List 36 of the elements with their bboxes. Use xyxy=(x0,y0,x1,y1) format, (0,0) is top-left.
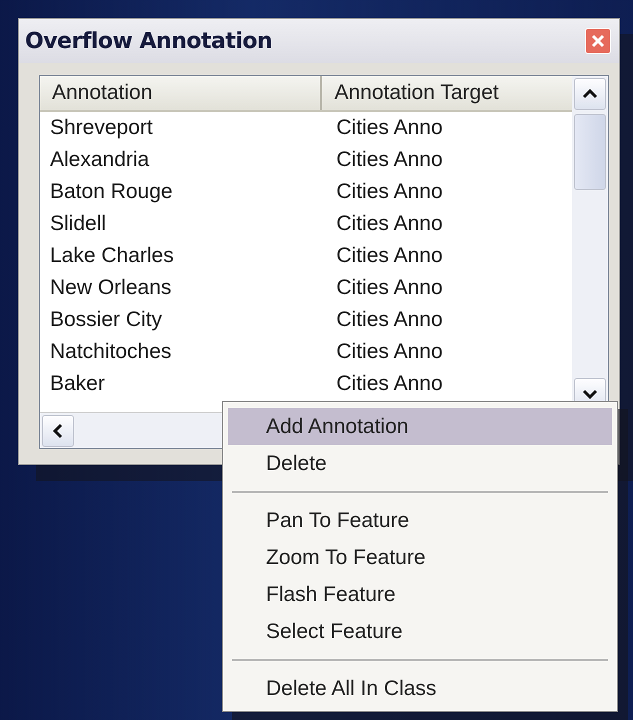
menu-item[interactable]: Zoom To Feature xyxy=(228,539,612,576)
table-cell-text: Bossier City xyxy=(49,308,164,332)
table-cell-text: Cities Anno xyxy=(335,372,444,396)
table-cell-text: Baker xyxy=(49,372,106,396)
table-cell-text: Cities Anno xyxy=(335,340,444,364)
table-cell-text: Cities Anno xyxy=(335,116,444,140)
table-cell-text: Cities Anno xyxy=(335,308,444,332)
menu-item[interactable]: Delete xyxy=(228,445,612,482)
table-cell-text: Cities Anno xyxy=(335,148,444,172)
scrollbar-thumb[interactable] xyxy=(574,114,606,190)
table-cell-text: Lake Charles xyxy=(49,244,175,268)
menu-item[interactable]: Add Annotation xyxy=(228,408,612,445)
down-caret-icon xyxy=(582,389,598,399)
column-header[interactable]: Annotation Target xyxy=(322,76,572,110)
column-header[interactable]: Annotation xyxy=(40,76,322,110)
left-caret-icon xyxy=(53,422,63,438)
table-cell-text: Alexandria xyxy=(49,148,150,172)
close-button[interactable] xyxy=(585,28,611,54)
table-cell-text: New Orleans xyxy=(49,276,172,300)
table-cell-text: Cities Anno xyxy=(335,180,444,204)
close-icon xyxy=(591,34,605,48)
scroll-up-button[interactable] xyxy=(574,78,606,110)
up-caret-icon xyxy=(582,89,598,99)
table-cell-text: Natchitoches xyxy=(49,340,172,364)
window-title: Overflow Annotation xyxy=(25,28,272,54)
table-cell-text: Cities Anno xyxy=(335,244,444,268)
table-cell-text: Baton Rouge xyxy=(49,180,174,204)
table-cell-text: Cities Anno xyxy=(335,212,444,236)
menu-item[interactable]: Flash Feature xyxy=(228,576,612,613)
table-cell-text: Cities Anno xyxy=(335,276,444,300)
scroll-left-button[interactable] xyxy=(42,414,74,446)
menu-item[interactable]: Delete All In Class xyxy=(228,670,612,707)
menu-item[interactable]: Select Feature xyxy=(228,613,612,650)
table-cell-text: Slidell xyxy=(49,212,108,236)
table-cell-text: Shreveport xyxy=(49,116,154,140)
menu-item[interactable]: Pan To Feature xyxy=(228,502,612,539)
